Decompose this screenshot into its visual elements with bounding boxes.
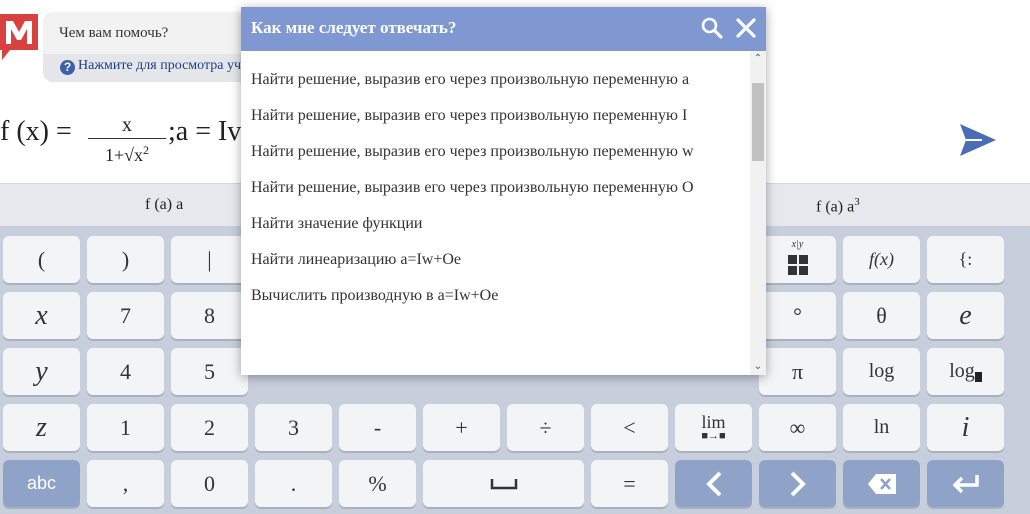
key-backspace[interactable] bbox=[843, 460, 920, 507]
key-0[interactable]: 0 bbox=[171, 460, 248, 507]
key-plus[interactable]: + bbox=[423, 404, 500, 451]
option-solve-w[interactable]: Найти решение, выразив его через произво… bbox=[241, 143, 750, 161]
key-4[interactable]: 4 bbox=[87, 348, 164, 395]
send-icon bbox=[960, 124, 996, 156]
key-left-arrow[interactable] bbox=[675, 460, 752, 507]
app-logo bbox=[0, 14, 38, 60]
key-ln[interactable]: ln bbox=[843, 404, 920, 451]
dialog-title: Как мне следует отвечать? bbox=[251, 18, 457, 37]
key-7[interactable]: 7 bbox=[87, 292, 164, 339]
key-close-paren[interactable]: ) bbox=[87, 236, 164, 283]
option-solve-a[interactable]: Найти решение, выразив его через произво… bbox=[241, 71, 750, 89]
option-linearize[interactable]: Найти линеаризацию a=Iw+Oe bbox=[241, 251, 750, 269]
expression-fraction: x 1+√x2 bbox=[88, 114, 166, 166]
key-equals[interactable]: = bbox=[591, 460, 668, 507]
chevron-right-icon bbox=[790, 471, 806, 496]
space-icon bbox=[490, 478, 517, 489]
key-pi[interactable]: π bbox=[759, 348, 836, 395]
key-8[interactable]: 8 bbox=[171, 292, 248, 339]
key-abc[interactable]: abc bbox=[3, 460, 80, 507]
option-derivative[interactable]: Вычислить производную в a=Iw+Oe bbox=[241, 287, 750, 305]
key-function[interactable]: f(x) bbox=[843, 236, 920, 283]
scroll-up-icon[interactable]: ⌃ bbox=[750, 51, 766, 67]
key-x[interactable]: x bbox=[3, 292, 80, 339]
backspace-icon bbox=[867, 473, 896, 494]
key-right-arrow[interactable] bbox=[759, 460, 836, 507]
key-y[interactable]: y bbox=[3, 348, 80, 395]
key-comma[interactable]: , bbox=[87, 460, 164, 507]
key-enter[interactable] bbox=[927, 460, 1004, 507]
placeholder-box-icon bbox=[974, 371, 982, 382]
key-limit[interactable]: lim ■→■ bbox=[675, 404, 752, 451]
enter-icon bbox=[952, 474, 979, 493]
fraction-denominator: 1+√x2 bbox=[104, 143, 150, 165]
option-evaluate-function[interactable]: Найти значение функции bbox=[241, 215, 750, 233]
key-percent[interactable]: % bbox=[339, 460, 416, 507]
scroll-thumb[interactable] bbox=[752, 83, 764, 161]
suggestion-left[interactable]: f (a) a bbox=[145, 196, 183, 214]
answer-mode-dialog: Как мне следует отвечать? Найти решение,… bbox=[241, 7, 766, 375]
limit-arrow-icon: ■→■ bbox=[701, 430, 726, 442]
key-2[interactable]: 2 bbox=[171, 404, 248, 451]
key-dot[interactable]: . bbox=[255, 460, 332, 507]
fraction-grid-icon bbox=[787, 254, 808, 275]
search-icon[interactable] bbox=[701, 17, 723, 39]
fraction-bar bbox=[88, 138, 166, 139]
help-hint-text: Нажмите для просмотра уч bbox=[78, 58, 242, 73]
close-icon[interactable] bbox=[735, 17, 757, 39]
key-piecewise[interactable]: {: bbox=[927, 236, 1004, 283]
option-solve-I[interactable]: Найти решение, выразив его через произво… bbox=[241, 107, 750, 125]
key-5[interactable]: 5 bbox=[171, 348, 248, 395]
help-question: Чем вам помочь? bbox=[59, 25, 169, 41]
key-fraction[interactable]: x|y bbox=[759, 236, 836, 283]
key-space[interactable] bbox=[423, 460, 584, 507]
key-divide[interactable]: ÷ bbox=[507, 404, 584, 451]
key-e[interactable]: e bbox=[927, 292, 1004, 339]
expression-lhs: f (x) = bbox=[0, 116, 72, 147]
key-infinity[interactable]: ∞ bbox=[759, 404, 836, 451]
key-open-paren[interactable]: ( bbox=[3, 236, 80, 283]
key-1[interactable]: 1 bbox=[87, 404, 164, 451]
scroll-down-icon[interactable]: ⌄ bbox=[750, 359, 766, 375]
key-less-than[interactable]: < bbox=[591, 404, 668, 451]
key-abs[interactable]: | bbox=[171, 236, 248, 283]
dialog-header: Как мне следует отвечать? bbox=[241, 7, 766, 51]
key-degree[interactable]: ° bbox=[759, 292, 836, 339]
key-theta[interactable]: θ bbox=[843, 292, 920, 339]
chevron-left-icon bbox=[705, 471, 721, 496]
key-z[interactable]: z bbox=[3, 404, 80, 451]
key-minus[interactable]: - bbox=[339, 404, 416, 451]
send-button[interactable] bbox=[958, 122, 998, 158]
fraction-numerator: x bbox=[122, 114, 132, 136]
option-solve-O[interactable]: Найти решение, выразив его через произво… bbox=[241, 179, 750, 197]
key-3[interactable]: 3 bbox=[255, 404, 332, 451]
suggestion-right[interactable]: f (a) a3 bbox=[816, 196, 860, 216]
option-list: Найти решение, выразив его через произво… bbox=[241, 51, 750, 375]
expression-tail: ;a = Iv bbox=[168, 116, 242, 147]
key-log[interactable]: log bbox=[843, 348, 920, 395]
key-i[interactable]: i bbox=[927, 404, 1004, 451]
question-icon: ? bbox=[60, 60, 75, 75]
dialog-scrollbar[interactable]: ⌃ ⌄ bbox=[750, 51, 766, 375]
key-log-base[interactable]: log bbox=[927, 348, 1004, 395]
